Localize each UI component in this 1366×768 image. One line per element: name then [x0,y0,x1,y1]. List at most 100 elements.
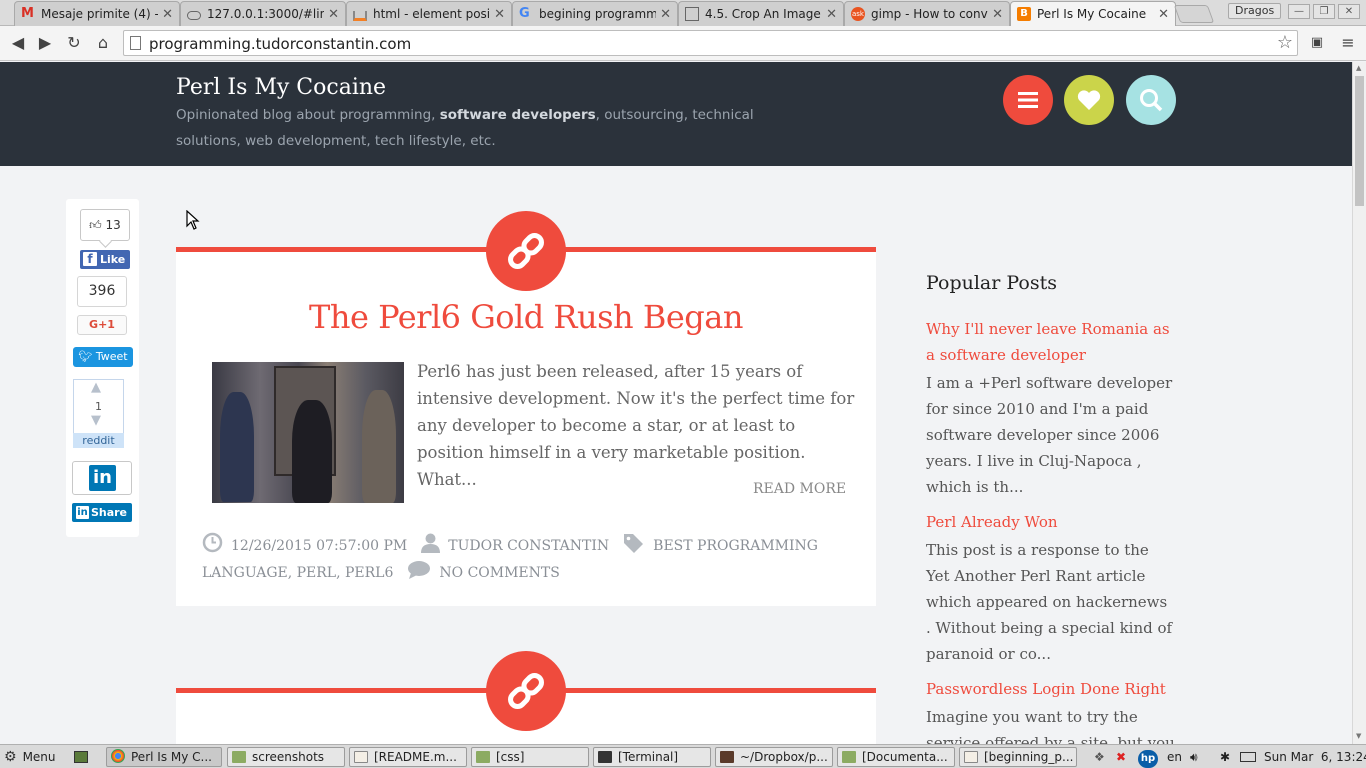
stackoverflow-icon [353,10,367,21]
tab-localhost[interactable]: 127.0.0.1:3000/#lin ✕ [180,1,346,26]
network-error-icon[interactable]: ✖ [1116,748,1126,766]
linkedin-count-box[interactable]: in [72,461,132,495]
menu-button[interactable] [1003,75,1053,125]
page-scrollbar[interactable]: ▲ ▼ [1352,62,1366,744]
taskbar-item-label: ~/Dropbox/p... [740,750,828,764]
profile-button[interactable]: Dragos [1228,3,1282,19]
show-desktop-icon[interactable] [74,748,88,766]
chain-link-icon [508,673,544,709]
minimize-button[interactable]: — [1288,4,1310,19]
bookmark-star-icon[interactable]: ☆ [1277,32,1293,53]
back-arrow-icon[interactable]: ◀ [8,33,28,53]
editor-icon [720,751,734,763]
forward-arrow-icon[interactable]: ▶ [35,33,55,53]
popular-post-title[interactable]: Why I'll never leave Romania as a softwa… [926,316,1176,368]
tweet-button[interactable]: 🐦︎ Tweet [73,347,133,367]
facebook-icon: f [83,252,97,266]
thumbnail-figure [292,400,332,503]
clock-icon [202,532,223,553]
thumbnail-figure [362,390,396,503]
chrome-menu-icon[interactable]: ≡ [1338,33,1358,53]
scroll-down-icon[interactable]: ▼ [1356,732,1361,740]
read-more-link[interactable]: READ MORE [753,481,846,497]
tab-crop-image[interactable]: 4.5. Crop An Image ✕ [678,1,844,26]
folder-icon [232,751,246,763]
tab-stackoverflow[interactable]: html - element posit ✕ [346,1,512,26]
start-menu-button[interactable]: ⚙ Menu [4,748,56,766]
reload-icon[interactable]: ↻ [64,33,84,53]
close-window-button[interactable]: ✕ [1338,4,1360,19]
tab-perl-is-my-cocaine[interactable]: B Perl Is My Cocaine ✕ [1010,1,1176,26]
thumbs-up-icon: 👍︎ [89,218,102,232]
bluetooth-icon[interactable]: ✱ [1220,748,1230,766]
like-label: Like [100,253,126,266]
downvote-arrow-icon[interactable]: ▼ [91,413,101,428]
taskbar-item[interactable]: [Terminal] [593,747,711,767]
taskbar-item[interactable]: [README.m... [349,747,467,767]
linkedin-mini-icon: in [76,506,89,519]
volume-icon[interactable]: 🔊︎ [1190,748,1198,766]
popular-post-title[interactable]: Perl Already Won [926,509,1176,535]
reddit-label[interactable]: reddit [73,433,124,448]
linkedin-share-button[interactable]: in Share [72,503,132,522]
document-icon [685,7,699,21]
tab-title: html - element posit [373,7,491,21]
askubuntu-icon: ask [851,7,865,21]
post-link-badge[interactable] [486,651,566,731]
close-tab-icon[interactable]: ✕ [494,7,505,22]
close-tab-icon[interactable]: ✕ [1158,7,1169,22]
taskbar-item[interactable]: [Documenta... [837,747,955,767]
taskbar-item[interactable]: Perl Is My C... [106,747,222,767]
taskbar-item-label: [Documenta... [862,750,948,764]
clock[interactable]: Sun Mar 6, 13:24 [1264,748,1366,766]
thumbnail-figure [220,392,254,502]
keyboard-layout[interactable]: en [1167,748,1182,766]
hp-icon[interactable]: hp [1138,748,1158,768]
site-title[interactable]: Perl Is My Cocaine [176,75,386,100]
mouse-cursor-icon [186,210,200,230]
tab-gmail[interactable]: M Mesaje primite (4) - ✕ [14,1,180,26]
taskbar-item[interactable]: [beginning_p... [959,747,1077,767]
taskbar-item[interactable]: ~/Dropbox/p... [715,747,833,767]
tab-askubuntu[interactable]: ask gimp - How to conve ✕ [844,1,1010,26]
reddit-widget: ▲ 1 ▼ reddit [73,379,124,448]
gplus-button[interactable]: G+1 [77,315,127,335]
battery-icon[interactable] [1240,748,1256,766]
popular-post-title[interactable]: Passwordless Login Done Right [926,676,1176,702]
url-text: programming.tudorconstantin.com [149,35,412,53]
address-bar[interactable]: programming.tudorconstantin.com ☆ [123,30,1298,56]
maximize-button[interactable]: ❐ [1313,4,1335,19]
close-tab-icon[interactable]: ✕ [826,7,837,22]
close-tab-icon[interactable]: ✕ [162,7,173,22]
close-tab-icon[interactable]: ✕ [328,7,339,22]
scroll-up-icon[interactable]: ▲ [1356,64,1361,72]
search-button[interactable] [1126,75,1176,125]
taskbar-item-label: Perl Is My C... [131,750,212,764]
post-thumbnail[interactable] [212,362,404,503]
taskbar-item-label: [css] [496,750,525,764]
popular-post-snippet: This post is a response to the Yet Anoth… [926,541,1173,663]
post-title[interactable]: The Perl6 Gold Rush Began [176,298,876,336]
tab-google[interactable]: G begining programm ✕ [512,1,678,26]
home-icon[interactable]: ⌂ [93,33,113,53]
cloud-icon [187,10,201,20]
linkedin-icon: in [89,465,116,491]
scrollbar-thumb[interactable] [1355,76,1364,206]
dropbox-icon[interactable]: ❖ [1094,748,1105,766]
post-author[interactable]: TUDOR CONSTANTIN [448,538,609,554]
post-comments[interactable]: NO COMMENTS [439,565,559,581]
google-icon: G [519,6,530,21]
favorites-button[interactable] [1064,75,1114,125]
taskbar-item[interactable]: [css] [471,747,589,767]
taskbar-item[interactable]: screenshots [227,747,345,767]
share-bar: 👍︎ 13 f Like 396 G+1 🐦︎ Tweet ▲ 1 ▼ reddi… [66,199,139,537]
facebook-like-button[interactable]: f Like [80,250,130,269]
close-tab-icon[interactable]: ✕ [660,7,671,22]
extension-icon[interactable]: ▣ [1307,33,1327,53]
close-tab-icon[interactable]: ✕ [992,7,1003,22]
gmail-icon: M [21,6,34,21]
upvote-arrow-icon[interactable]: ▲ [91,380,101,395]
post-link-badge[interactable] [486,211,566,291]
new-tab-button[interactable] [1173,5,1215,23]
twitter-bird-icon: 🐦︎ [78,350,93,363]
